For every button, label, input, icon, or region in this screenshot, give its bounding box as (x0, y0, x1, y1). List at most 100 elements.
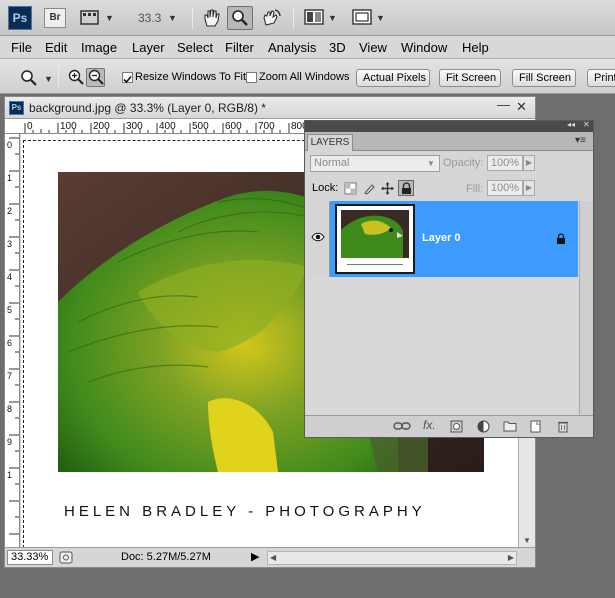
layers-footer: fx. (305, 415, 593, 437)
layer-row[interactable]: Layer 0 (306, 201, 578, 277)
arrange-documents-icon[interactable] (304, 9, 324, 26)
status-zoom-field[interactable]: 33.33% (7, 550, 53, 565)
visibility-toggle[interactable] (306, 201, 330, 277)
layout-icon[interactable] (80, 9, 100, 27)
layout-dropdown-icon[interactable]: ▼ (105, 13, 114, 23)
zoom-all-windows-label[interactable]: Zoom All Windows (259, 71, 349, 83)
document-title[interactable]: background.jpg @ 33.3% (Layer 0, RGB/8) … (29, 101, 266, 115)
scroll-left-icon[interactable]: ◀ (270, 553, 276, 562)
screen-mode-icon[interactable] (352, 9, 372, 26)
fx-icon[interactable]: fx. (423, 418, 436, 432)
screen-mode-dropdown-icon[interactable]: ▼ (376, 13, 385, 23)
menu-edit[interactable]: Edit (45, 40, 67, 55)
scroll-down-icon[interactable]: ▼ (523, 536, 531, 545)
ruler-label: 5 (7, 305, 12, 315)
zoom-in-icon[interactable] (68, 69, 84, 86)
tool-preset-dropdown-icon[interactable]: ▼ (44, 74, 53, 84)
bridge-button[interactable]: Br (44, 8, 66, 28)
lock-label: Lock: (312, 182, 339, 194)
menu-help[interactable]: Help (462, 40, 489, 55)
zoom-all-windows-checkbox[interactable] (246, 72, 257, 83)
fill-screen-button[interactable]: Fill Screen (512, 69, 576, 87)
layers-scrollbar[interactable] (579, 201, 593, 415)
zoom-dropdown-icon[interactable]: ▼ (168, 13, 177, 23)
fill-label: Fill: (466, 183, 484, 195)
ruler-label: 500 (192, 121, 209, 132)
application-bar: Ps Br ▼ 33.3 ▼ ▼ ▼ (0, 0, 615, 36)
actual-pixels-button[interactable]: Actual Pixels (356, 69, 430, 87)
separator (58, 65, 59, 87)
tool-preset-zoom-icon[interactable] (20, 69, 38, 87)
adjustment-layer-icon[interactable] (477, 420, 491, 433)
ruler-label: 4 (7, 272, 12, 282)
menu-3d[interactable]: 3D (329, 40, 346, 55)
opacity-slider-arrow-icon[interactable]: ▶ (523, 155, 535, 171)
tab-layers[interactable]: LAYERS (307, 134, 353, 151)
print-size-button[interactable]: Print (587, 69, 615, 87)
thumbnail-image (341, 210, 409, 258)
menu-file[interactable]: File (11, 40, 32, 55)
status-menu-arrow-icon[interactable]: ▶ (251, 550, 259, 563)
menu-image[interactable]: Image (81, 40, 117, 55)
layer-name[interactable]: Layer 0 (422, 232, 461, 244)
ruler-label: 7 (7, 371, 12, 381)
photoshop-logo[interactable]: Ps (8, 6, 32, 30)
rotate-view-icon[interactable] (261, 8, 281, 28)
blend-dropdown-icon[interactable]: ▼ (427, 159, 435, 168)
document-tab[interactable]: Ps background.jpg @ 33.3% (Layer 0, RGB/… (5, 97, 535, 119)
horizontal-scrollbar[interactable]: ◀ ▶ (267, 551, 517, 565)
options-bar: ▼ Resize Windows To Fit Zoom All Windows… (0, 59, 615, 94)
ruler-label: 700 (258, 121, 275, 132)
ruler-label: 200 (93, 121, 110, 132)
ruler-label: 400 (159, 121, 176, 132)
ruler-label: 1 (7, 470, 12, 480)
ruler-label: 8 (7, 404, 12, 414)
resize-windows-label[interactable]: Resize Windows To Fit (135, 71, 246, 83)
new-layer-icon[interactable] (529, 420, 542, 433)
menu-layer[interactable]: Layer (132, 40, 165, 55)
zoom-icon[interactable] (231, 9, 249, 27)
panel-drag-bar[interactable]: ◂◂ ✕ (305, 120, 593, 132)
lock-position-icon[interactable] (381, 182, 394, 195)
resize-windows-checkbox[interactable] (122, 72, 133, 84)
add-mask-icon[interactable] (450, 420, 463, 433)
menu-view[interactable]: View (359, 40, 387, 55)
zoom-out-icon[interactable] (88, 69, 104, 86)
menu-analysis[interactable]: Analysis (268, 40, 316, 55)
lock-all-icon[interactable] (400, 182, 413, 195)
ruler-label: 9 (7, 437, 12, 447)
lock-transparent-pixels-icon[interactable] (344, 182, 357, 195)
separator (293, 7, 294, 29)
opacity-field[interactable]: 100% (487, 155, 523, 171)
fill-slider-arrow-icon[interactable]: ▶ (523, 180, 535, 196)
menu-filter[interactable]: Filter (225, 40, 254, 55)
lock-image-pixels-icon[interactable] (363, 182, 376, 195)
hand-icon[interactable] (202, 8, 220, 28)
eye-icon[interactable] (311, 232, 325, 242)
new-group-icon[interactable] (503, 420, 517, 432)
fit-screen-button[interactable]: Fit Screen (439, 69, 501, 87)
opacity-label: Opacity: (443, 157, 484, 169)
panel-menu-icon[interactable]: ▾≡ (575, 135, 586, 146)
ruler-label: 0 (27, 121, 33, 132)
separator (192, 7, 193, 29)
ruler-label: 0 (7, 140, 12, 150)
menu-window[interactable]: Window (401, 40, 447, 55)
status-preview-icon[interactable] (59, 551, 73, 564)
blend-mode-select[interactable]: Normal (310, 155, 440, 172)
layer-thumbnail[interactable] (335, 204, 415, 274)
collapse-panel-icon[interactable]: ◂◂ (567, 120, 575, 129)
link-layers-icon[interactable] (393, 420, 411, 432)
ps-document-icon: Ps (9, 101, 24, 115)
zoom-level[interactable]: 33.3 (138, 11, 161, 25)
ruler-label: 300 (126, 121, 143, 132)
menu-select[interactable]: Select (177, 40, 213, 55)
fill-field[interactable]: 100% (487, 180, 523, 196)
ruler-ticks-vertical: 0 1 2 3 4 5 6 7 8 9 1 (7, 137, 19, 535)
scroll-right-icon[interactable]: ▶ (508, 553, 514, 562)
close-icon[interactable]: ✕ (516, 99, 527, 115)
arrange-dropdown-icon[interactable]: ▼ (328, 13, 337, 23)
close-panel-icon[interactable]: ✕ (583, 120, 590, 129)
delete-layer-icon[interactable] (557, 420, 569, 433)
minimize-icon[interactable]: — (497, 97, 510, 112)
